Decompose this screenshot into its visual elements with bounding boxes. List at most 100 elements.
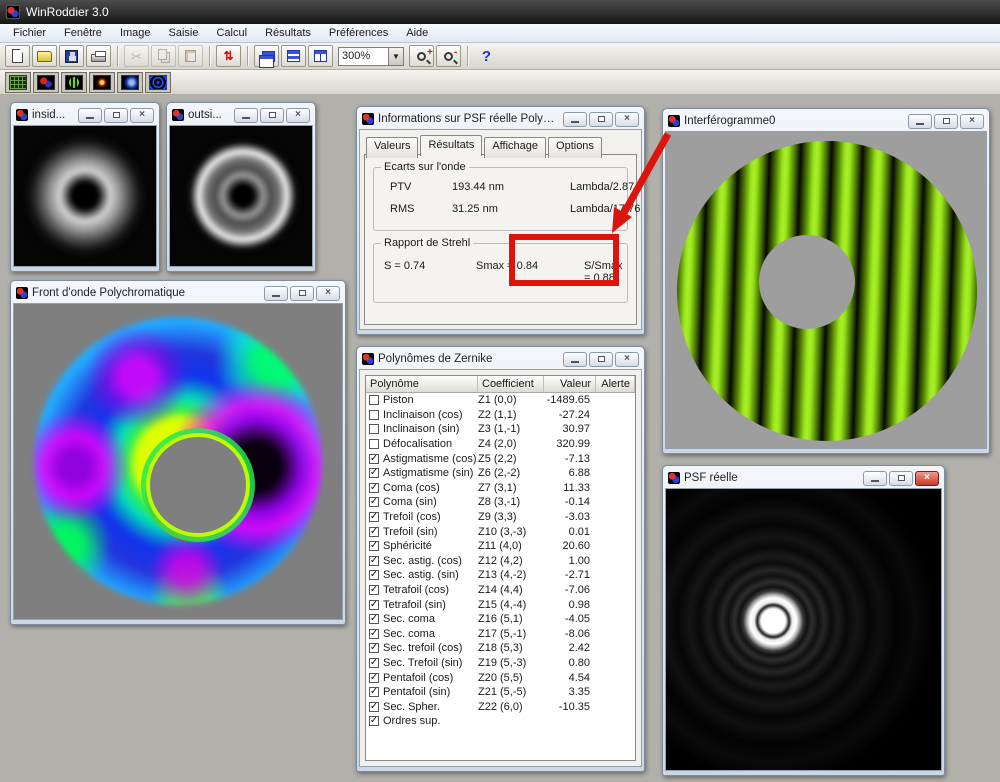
checkbox-checked[interactable]: ✓ [369,629,379,639]
cascade-windows-button[interactable] [254,45,279,67]
checkbox-checked[interactable]: ✓ [369,556,379,566]
close-button[interactable]: × [915,471,939,486]
close-button[interactable]: × [960,114,984,129]
tab-resultats[interactable]: Résultats [420,135,482,156]
checkbox-checked[interactable]: ✓ [369,658,379,668]
tile-horizontal-button[interactable] [281,45,306,67]
restore-button[interactable] [260,108,284,123]
fringe-circle-button[interactable] [61,72,87,93]
checkbox-checked[interactable]: ✓ [369,454,379,464]
menu-aide[interactable]: Aide [397,25,437,41]
checkbox-checked[interactable]: ✓ [369,497,379,507]
checkbox-checked[interactable]: ✓ [369,673,379,683]
zernike-row-trefoil-sin[interactable]: ✓Trefoil (sin)Z10 (3,-3)0.01 [366,524,635,539]
zernike-row-sec-trefoil-cos[interactable]: ✓Sec. trefoil (cos)Z18 (5,3)2.42 [366,641,635,656]
checkbox-checked[interactable]: ✓ [369,468,379,478]
zernike-row-sec-spher[interactable]: ✓Sec. Spher.Z22 (6,0)-10.35 [366,699,635,714]
close-button[interactable]: × [615,352,639,367]
zernike-row-tetrafoil-cos[interactable]: ✓Tetrafoil (cos)Z14 (4,4)-7.06 [366,583,635,598]
restore-button[interactable] [934,114,958,129]
restore-button[interactable] [589,112,613,127]
tab-options[interactable]: Options [548,137,602,158]
checkbox-checked[interactable]: ✓ [369,570,379,580]
paste-button[interactable] [178,45,203,67]
zernike-row-sphericite[interactable]: ✓SphéricitéZ11 (4,0)20.60 [366,539,635,554]
open-file-button[interactable] [32,45,57,67]
restore-button[interactable] [104,108,128,123]
checkbox-checked[interactable]: ✓ [369,512,379,522]
checkbox-checked[interactable]: ✓ [369,483,379,493]
close-button[interactable]: × [130,108,154,123]
zernike-row-piston[interactable]: PistonZ1 (0,0)-1489.65 [366,393,635,408]
zernike-row-sec-coma[interactable]: ✓Sec. comaZ16 (5,1)-4.05 [366,612,635,627]
checkbox-checked[interactable]: ✓ [369,687,379,697]
restore-button[interactable] [889,471,913,486]
column-header-alerte[interactable]: Alerte [596,376,635,392]
print-button[interactable] [86,45,111,67]
zoom-out-button[interactable]: - [436,45,461,67]
titlebar-interferogram[interactable]: Interférogramme0 × [665,111,987,131]
minimize-button[interactable] [264,286,288,301]
checkbox-checked[interactable]: ✓ [369,614,379,624]
column-header-polynome[interactable]: Polynôme [366,376,478,392]
cut-button[interactable]: ✂ [124,45,149,67]
checkbox-unchecked[interactable] [369,439,379,449]
minimize-button[interactable] [908,114,932,129]
checkbox-checked[interactable]: ✓ [369,702,379,712]
restore-button[interactable] [290,286,314,301]
tab-affichage[interactable]: Affichage [484,137,546,158]
copy-button[interactable] [151,45,176,67]
minimize-button[interactable] [563,112,587,127]
minimize-button[interactable] [78,108,102,123]
menu-calcul[interactable]: Calcul [207,25,256,41]
checkbox-unchecked[interactable] [369,410,379,420]
checkbox-checked[interactable]: ✓ [369,600,379,610]
grid-image-button[interactable] [5,72,31,93]
minimize-button[interactable] [863,471,887,486]
column-header-coefficient[interactable]: Coefficient [478,376,544,392]
zernike-row-coma-sin[interactable]: ✓Coma (sin)Z8 (3,-1)-0.14 [366,495,635,510]
zernike-row-tetrafoil-sin[interactable]: ✓Tetrafoil (sin)Z15 (4,-4)0.98 [366,597,635,612]
logo-swirl-button[interactable] [33,72,59,93]
minimize-button[interactable] [234,108,258,123]
titlebar-inside[interactable]: insid... × [13,105,157,125]
zernike-row-sec-trefoil-sin[interactable]: ✓Sec. Trefoil (sin)Z19 (5,-3)0.80 [366,656,635,671]
checkbox-checked[interactable]: ✓ [369,585,379,595]
titlebar-wavefront[interactable]: Front d'onde Polychromatique × [13,283,343,303]
checkbox-unchecked[interactable] [369,424,379,434]
titlebar-outside[interactable]: outsi... × [169,105,313,125]
zernike-row-astigmatisme-cos[interactable]: ✓Astigmatisme (cos)Z5 (2,2)-7.13 [366,451,635,466]
zernike-row-sec-astig-cos[interactable]: ✓Sec. astig. (cos)Z12 (4,2)1.00 [366,554,635,569]
zernike-row-inclinaison-sin[interactable]: Inclinaison (sin)Z3 (1,-1)30.97 [366,422,635,437]
psf-dot-button[interactable] [89,72,115,93]
zernike-row-defocalisation[interactable]: DéfocalisationZ4 (2,0)320.99 [366,437,635,452]
close-button[interactable]: × [316,286,340,301]
zoom-level-combobox[interactable]: 300% ▼ [338,47,404,66]
zernike-row-ordres-sup[interactable]: ✓Ordres sup. [366,714,635,729]
close-button[interactable]: × [615,112,639,127]
zoom-in-button[interactable]: + [409,45,434,67]
checkbox-unchecked[interactable] [369,395,379,405]
checkbox-checked[interactable]: ✓ [369,527,379,537]
close-button[interactable]: × [286,108,310,123]
menu-fichier[interactable]: Fichier [4,25,55,41]
zernike-row-sec-astig-sin[interactable]: ✓Sec. astig. (sin)Z13 (4,-2)-2.71 [366,568,635,583]
menu-preferences[interactable]: Préférences [320,25,397,41]
pupil-button[interactable] [117,72,143,93]
titlebar-zernike[interactable]: Polynômes de Zernike × [359,349,642,369]
zernike-row-pentafoil-sin[interactable]: ✓Pentafoil (sin)Z21 (5,-5)3.35 [366,685,635,700]
rings-button[interactable] [145,72,171,93]
refresh-button[interactable]: ⇅ [216,45,241,67]
menu-resultats[interactable]: Résultats [256,25,320,41]
checkbox-checked[interactable]: ✓ [369,541,379,551]
menu-fenetre[interactable]: Fenêtre [55,25,111,41]
zernike-row-pentafoil-cos[interactable]: ✓Pentafoil (cos)Z20 (5,5)4.54 [366,670,635,685]
minimize-button[interactable] [563,352,587,367]
help-button[interactable]: ? [474,45,499,67]
checkbox-checked[interactable]: ✓ [369,643,379,653]
tile-vertical-button[interactable] [308,45,333,67]
zernike-row-sec-coma[interactable]: ✓Sec. comaZ17 (5,-1)-8.06 [366,627,635,642]
menu-image[interactable]: Image [111,25,160,41]
zernike-row-trefoil-cos[interactable]: ✓Trefoil (cos)Z9 (3,3)-3.03 [366,510,635,525]
zernike-row-inclinaison-cos[interactable]: Inclinaison (cos)Z2 (1,1)-27.24 [366,408,635,423]
